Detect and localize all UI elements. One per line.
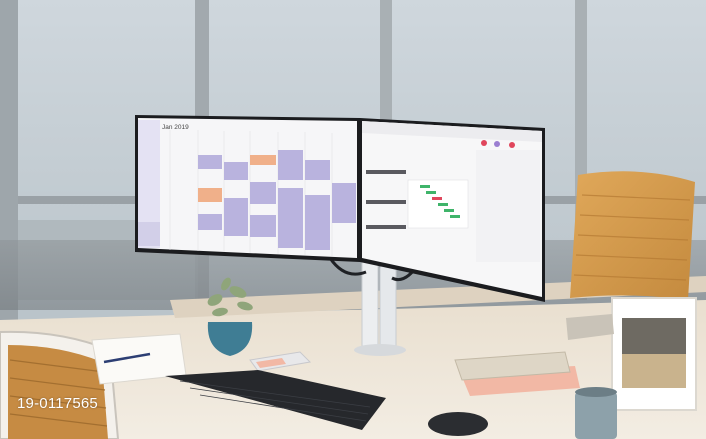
mouse	[428, 412, 488, 436]
left-monitor: Jan 2019	[135, 115, 360, 262]
mug	[575, 387, 617, 439]
calendar-month-title: Jan 2019	[162, 124, 189, 131]
image-id-caption: 19-0117565	[17, 395, 98, 412]
photo-illustration: Jan 2019	[0, 0, 706, 439]
orange-chair	[570, 171, 695, 300]
office-photo: Jan 2019 19-0117565	[0, 0, 706, 439]
picture-frame	[611, 297, 697, 411]
gantt-chart	[407, 179, 469, 229]
